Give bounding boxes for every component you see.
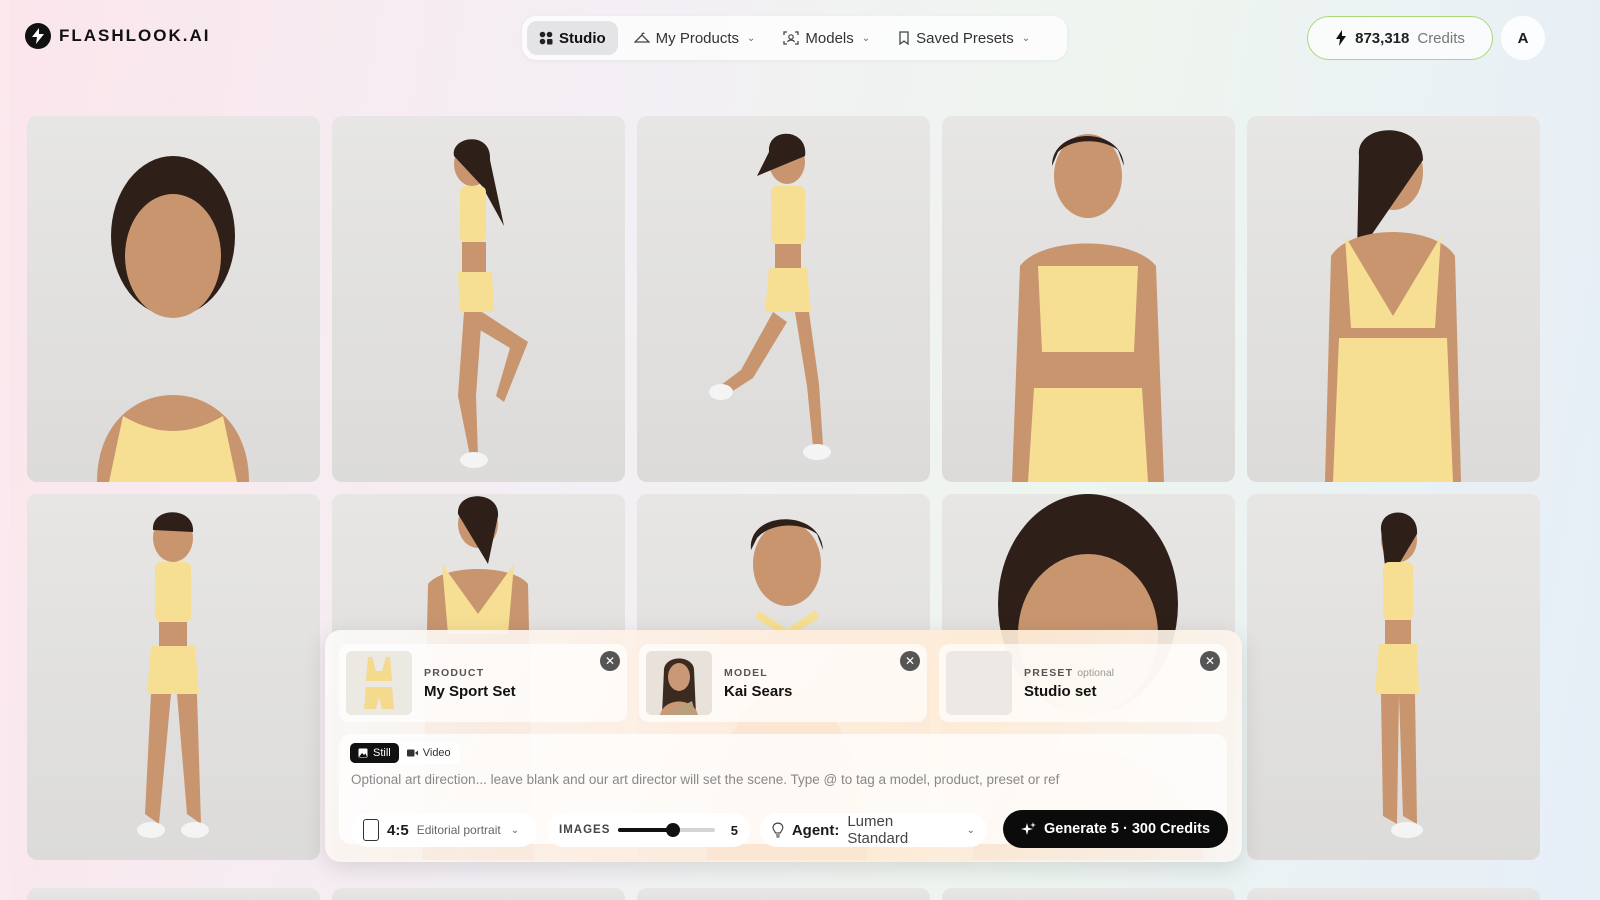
agent-value: Lumen Standard	[847, 813, 909, 847]
image-count-label: IMAGES	[559, 824, 611, 836]
gallery-photo-partial[interactable]	[27, 888, 320, 900]
gallery-photo[interactable]	[1247, 494, 1540, 860]
credits-button[interactable]: 873,318 Credits	[1307, 16, 1493, 60]
gallery-photo-partial[interactable]	[637, 888, 930, 900]
preset-slot[interactable]: PRESET optional Studio set ✕	[939, 644, 1227, 722]
nav-studio-label: Studio	[559, 29, 606, 47]
image-gallery-next-row	[27, 888, 1540, 900]
preset-thumbnail	[946, 651, 1012, 715]
studio-icon	[539, 31, 553, 45]
aspect-ratio-select[interactable]: 4:5 Editorial portrait ⌄	[351, 813, 537, 847]
nav-my-products-label: My Products	[655, 29, 740, 47]
image-count-slider[interactable]	[618, 823, 715, 837]
image-count-control: IMAGES 5	[547, 813, 750, 847]
art-direction-input[interactable]	[351, 772, 1211, 787]
nav-models-label: Models	[805, 29, 854, 47]
main-nav: Studio My Products ⌄ Models ⌄ Saved Pres…	[522, 16, 1067, 60]
product-slot-kind: PRODUCT	[424, 666, 485, 679]
model-slot[interactable]: MODEL Kai Sears ✕	[639, 644, 927, 722]
gallery-photo[interactable]	[637, 116, 930, 482]
nav-models[interactable]: Models ⌄	[771, 21, 882, 55]
remove-model-close-icon[interactable]: ✕	[900, 651, 920, 671]
gallery-photo-partial[interactable]	[942, 888, 1235, 900]
gallery-photo-partial[interactable]	[1247, 888, 1540, 900]
model-slot-value: Kai Sears	[724, 682, 793, 700]
chevron-down-icon: ⌄	[747, 32, 756, 44]
aspect-ratio-value: 4:5	[387, 821, 409, 839]
agent-select[interactable]: Agent: Lumen Standard ⌄	[760, 813, 987, 847]
lightbulb-icon	[772, 822, 784, 838]
aspect-ratio-label: Editorial portrait	[416, 823, 501, 837]
credits-label: Credits	[1417, 29, 1465, 47]
hanger-icon	[633, 32, 650, 43]
lightning-logo-icon	[25, 23, 51, 49]
mode-video-label: Video	[422, 747, 451, 759]
gallery-photo-partial[interactable]	[332, 888, 625, 900]
product-slot[interactable]: PRODUCT My Sport Set ✕	[339, 644, 627, 722]
gallery-photo[interactable]	[27, 116, 320, 482]
mode-video[interactable]: Video	[399, 743, 459, 763]
app-frame: FLASHLOOK.AI Studio My Products ⌄ Models…	[10, 0, 1590, 900]
agent-key: Agent:	[791, 821, 840, 839]
slider-handle[interactable]	[666, 823, 681, 837]
slider-fill	[618, 828, 674, 832]
image-icon	[358, 748, 368, 758]
image-count-value: 5	[730, 822, 738, 838]
nav-saved-presets[interactable]: Saved Presets ⌄	[886, 21, 1042, 55]
chevron-down-icon: ⌄	[1021, 32, 1031, 44]
product-thumbnail	[346, 651, 412, 715]
sparkles-icon	[1020, 821, 1036, 835]
lightning-icon	[1336, 30, 1347, 46]
generate-button-label: Generate 5 · 300 Credits	[1043, 821, 1211, 837]
aspect-ratio-icon	[363, 819, 379, 841]
generation-composer: PRODUCT My Sport Set ✕ MODEL Kai Sears ✕…	[325, 630, 1242, 862]
model-photo-image	[453, 139, 528, 468]
remove-product-close-icon[interactable]: ✕	[600, 651, 620, 671]
model-photo-image	[137, 512, 209, 838]
brand-name: FLASHLOOK.AI	[59, 26, 211, 45]
model-photo-image	[1012, 134, 1164, 482]
gallery-photo[interactable]	[27, 494, 320, 860]
model-photo-image	[1325, 130, 1461, 482]
credits-amount: 873,318	[1355, 29, 1410, 47]
model-photo-image	[1375, 512, 1423, 838]
gallery-photo[interactable]	[1247, 116, 1540, 482]
chevron-down-icon: ⌄	[861, 32, 871, 44]
model-thumbnail	[646, 651, 712, 715]
product-slot-value: My Sport Set	[424, 682, 516, 700]
prompt-panel: Still Video 4:5 Editorial portrait ⌄ IMA…	[339, 734, 1228, 848]
preset-slot-kind: PRESET	[1024, 666, 1074, 679]
chevron-down-icon: ⌄	[510, 824, 520, 836]
video-icon	[406, 749, 418, 757]
brand-logo[interactable]: FLASHLOOK.AI	[25, 23, 211, 49]
nav-studio[interactable]: Studio	[527, 21, 618, 55]
model-photo-image	[709, 133, 831, 460]
generate-button[interactable]: Generate 5 · 300 Credits	[1003, 810, 1228, 848]
mode-still[interactable]: Still	[350, 743, 399, 763]
chevron-down-icon: ⌄	[966, 824, 975, 836]
user-avatar[interactable]: A	[1501, 16, 1545, 60]
mode-still-label: Still	[373, 747, 391, 759]
remove-preset-close-icon[interactable]: ✕	[1200, 651, 1220, 671]
media-mode-toggle: Still Video	[349, 742, 460, 764]
nav-saved-presets-label: Saved Presets	[916, 29, 1014, 47]
model-slot-kind: MODEL	[724, 666, 768, 679]
preset-slot-value: Studio set	[1024, 682, 1097, 700]
model-photo-image	[97, 156, 249, 482]
preset-optional-tag: optional	[1077, 666, 1114, 679]
gallery-photo[interactable]	[332, 116, 625, 482]
nav-my-products[interactable]: My Products ⌄	[622, 21, 768, 55]
face-scan-icon	[783, 31, 800, 45]
gallery-photo[interactable]	[942, 116, 1235, 482]
bookmark-icon	[899, 31, 909, 45]
